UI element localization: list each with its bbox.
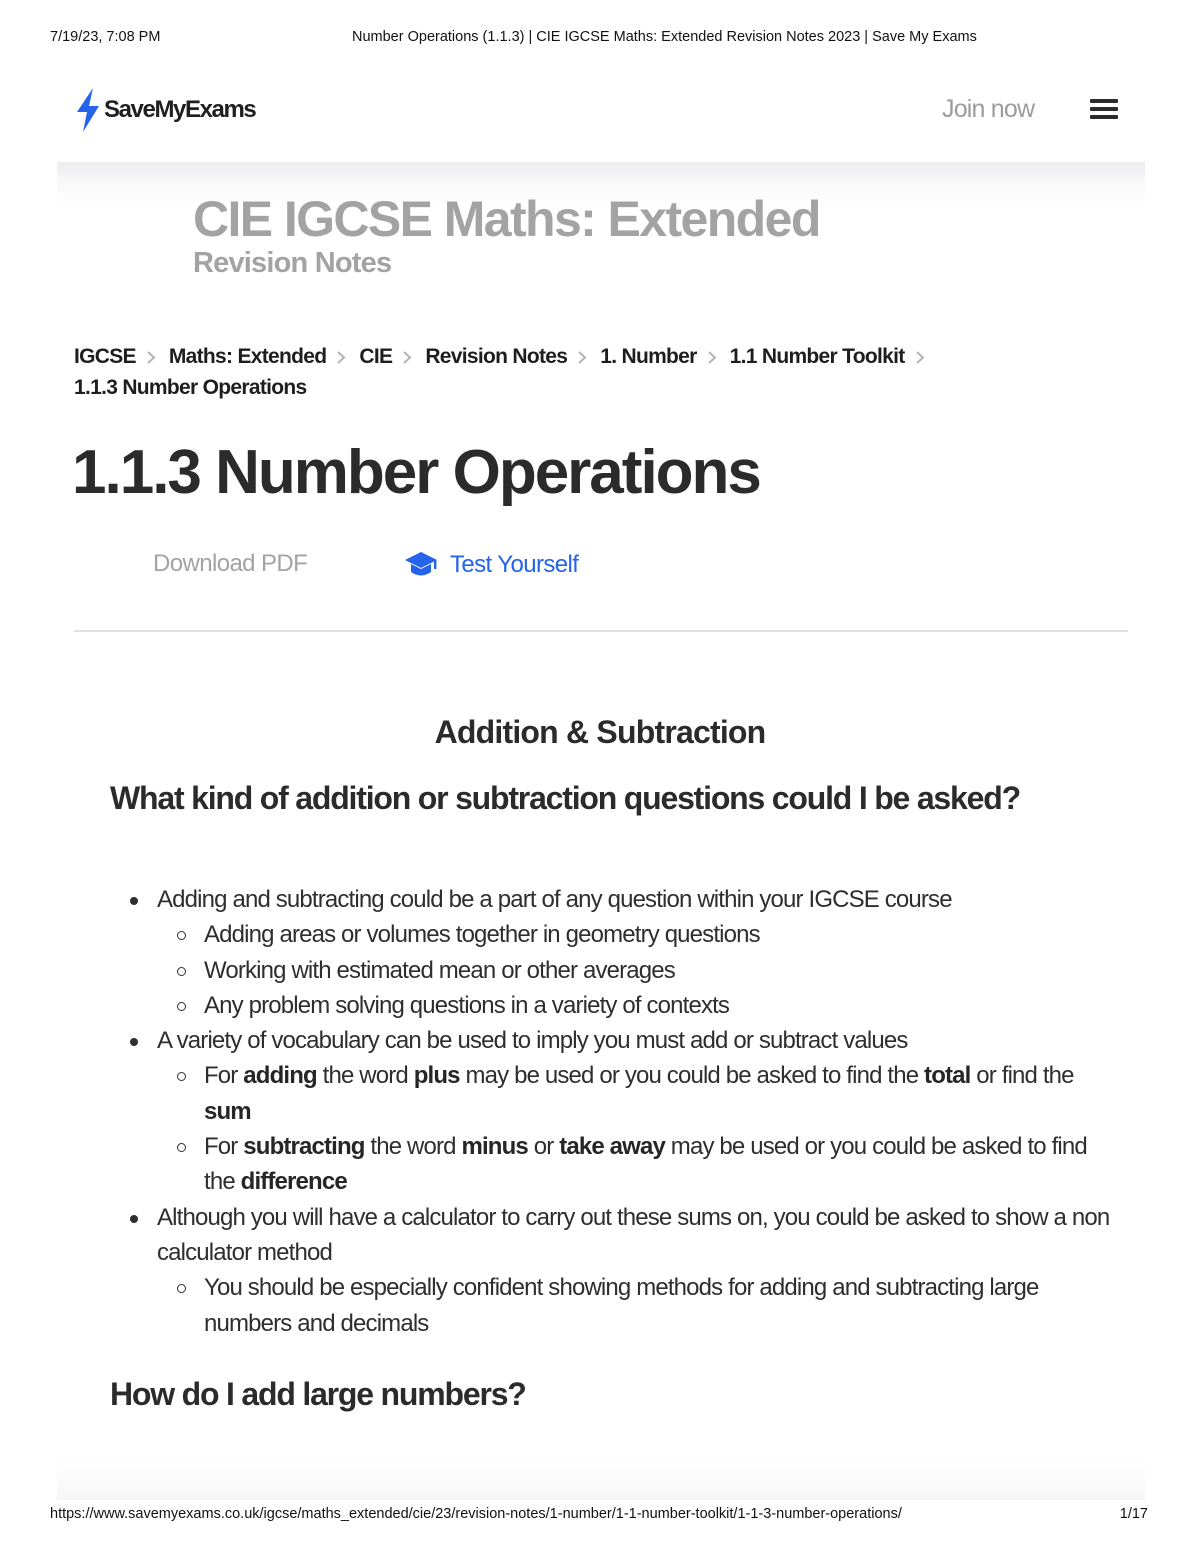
breadcrumb-item-current[interactable]: 1.1.3 Number Operations — [74, 376, 307, 399]
print-document-title: Number Operations (1.1.3) | CIE IGCSE Ma… — [352, 29, 977, 45]
list-subitem: Working with estimated mean or other ave… — [157, 953, 1110, 988]
keyword: take away — [559, 1133, 666, 1161]
content-bullet-list: Adding and subtracting could be a part o… — [110, 882, 1110, 1341]
course-hero-banner: CIE IGCSE Maths: Extended Revision Notes — [57, 162, 1145, 292]
hamburger-menu-icon[interactable] — [1090, 99, 1118, 121]
chevron-right-icon — [915, 341, 926, 372]
breadcrumb-item-number-toolkit[interactable]: 1.1 Number Toolkit — [730, 345, 906, 368]
question-heading: What kind of addition or subtraction que… — [110, 780, 1021, 816]
breadcrumb: IGCSE Maths: Extended CIE Revision Notes 1. … — [74, 341, 1034, 403]
list-item: A variety of vocabulary can be used to i… — [110, 1023, 1110, 1199]
course-title: CIE IGCSE Maths: Extended — [193, 191, 821, 247]
download-pdf-link[interactable]: Download PDF — [153, 550, 308, 578]
chevron-right-icon — [577, 341, 588, 372]
list-subitem: Any problem solving questions in a varie… — [157, 988, 1110, 1023]
page-bottom-shade — [57, 1460, 1145, 1500]
list-item: Although you will have a calculator to c… — [110, 1200, 1110, 1341]
top-navigation: SaveMyExams Join now — [0, 84, 1200, 140]
page-actions: Download PDF Test Yourself — [0, 550, 1200, 584]
breadcrumb-item-maths-extended[interactable]: Maths: Extended — [169, 345, 327, 368]
graduation-cap-icon — [405, 552, 437, 576]
breadcrumb-item-revision-notes[interactable]: Revision Notes — [425, 345, 568, 368]
keyword: minus — [461, 1133, 529, 1161]
list-item: Adding and subtracting could be a part o… — [110, 882, 1110, 1023]
chevron-right-icon — [146, 341, 157, 372]
test-yourself-link[interactable]: Test Yourself — [404, 550, 579, 580]
keyword: adding — [243, 1062, 317, 1090]
chevron-right-icon — [707, 341, 718, 372]
chevron-right-icon — [402, 341, 413, 372]
print-datetime: 7/19/23, 7:08 PM — [50, 29, 161, 45]
join-now-link[interactable]: Join now — [942, 95, 1035, 124]
breadcrumb-item-cie[interactable]: CIE — [359, 345, 393, 368]
logo-text: SaveMyExams — [104, 96, 257, 123]
breadcrumb-item-number[interactable]: 1. Number — [600, 345, 697, 368]
print-footer: https://www.savemyexams.co.uk/igcse/math… — [0, 1506, 1200, 1526]
section-heading: Addition & Subtraction — [434, 714, 767, 750]
keyword: plus — [413, 1062, 461, 1090]
section-divider — [74, 630, 1128, 632]
breadcrumb-item-igcse[interactable]: IGCSE — [74, 345, 137, 368]
logo-link[interactable]: SaveMyExams — [74, 88, 257, 132]
next-question-heading: How do I add large numbers? — [110, 1376, 527, 1412]
chevron-right-icon — [336, 341, 347, 372]
list-subitem: For adding the word plus may be used or … — [157, 1058, 1110, 1129]
page-title: 1.1.3 Number Operations — [72, 438, 762, 507]
keyword: sum — [204, 1097, 252, 1125]
print-header: 7/19/23, 7:08 PM Number Operations (1.1.… — [0, 29, 1200, 49]
list-subitem: Adding areas or volumes together in geom… — [157, 917, 1110, 952]
test-yourself-label: Test Yourself — [450, 551, 579, 578]
course-subtitle: Revision Notes — [193, 247, 392, 279]
list-subitem: For subtracting the word minus or take a… — [157, 1129, 1110, 1200]
keyword: total — [924, 1062, 971, 1090]
keyword: difference — [240, 1168, 348, 1196]
list-subitem: You should be especially confident showi… — [157, 1270, 1110, 1341]
print-url: https://www.savemyexams.co.uk/igcse/math… — [50, 1506, 902, 1522]
print-page-number: 1/17 — [1119, 1506, 1148, 1522]
lightning-bolt-icon — [77, 88, 99, 132]
keyword: subtracting — [243, 1133, 365, 1161]
